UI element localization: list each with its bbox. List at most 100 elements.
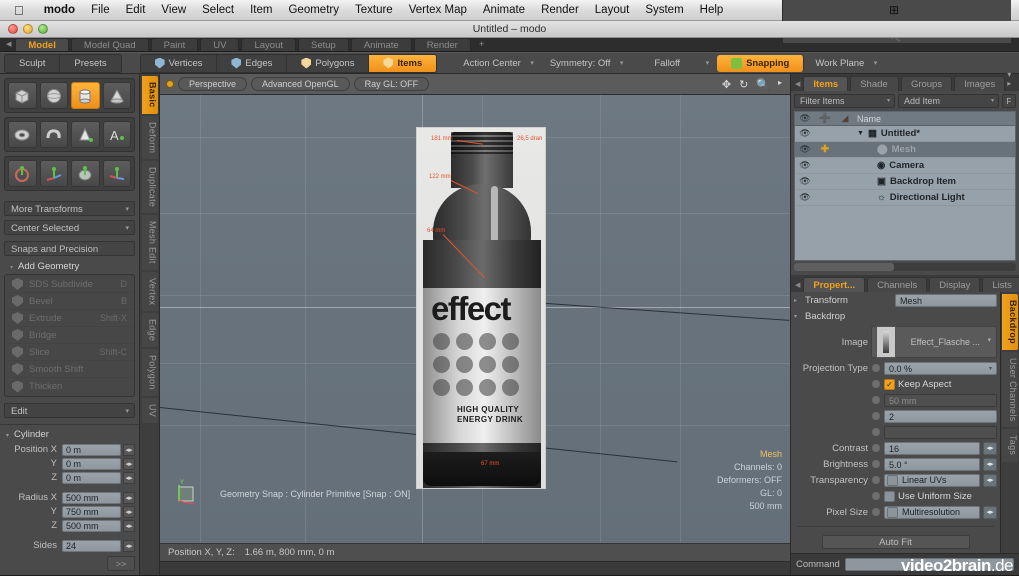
filter-toggle-button[interactable]: F — [1002, 94, 1016, 108]
transform-value-field[interactable]: Mesh — [894, 293, 997, 307]
snaps-and-precision-header[interactable]: Snaps and Precision — [4, 241, 135, 256]
rotate-icon[interactable] — [102, 160, 131, 187]
text-icon[interactable]: A — [102, 121, 131, 148]
eye-icon[interactable]: 👁 — [795, 144, 815, 155]
chevron-right-icon[interactable]: ▸ — [794, 297, 802, 304]
action-center-dropdown[interactable]: Action Center — [455, 55, 539, 72]
size-radio[interactable] — [871, 395, 881, 405]
vtab-edge[interactable]: Edge — [141, 313, 158, 348]
tab-display[interactable]: Display — [929, 277, 981, 292]
keep-aspect-checkbox[interactable]: ✓ — [884, 378, 895, 390]
vtab-vertex[interactable]: Vertex — [141, 271, 158, 312]
work-plane-dropdown[interactable]: Work Plane — [807, 55, 882, 72]
layout-tab-uv[interactable]: UV — [200, 38, 240, 51]
menu-item-layout[interactable]: Layout — [587, 4, 638, 16]
sculpt-button[interactable]: Sculpt — [5, 54, 61, 72]
presets-button[interactable]: Presets — [60, 55, 120, 72]
eye-icon[interactable]: 👁 — [795, 176, 815, 187]
edit-dropdown[interactable]: Edit — [4, 403, 135, 419]
sides-stepper[interactable]: ◂▸ — [123, 539, 135, 552]
radius-y-field[interactable]: 750 mm — [62, 505, 121, 518]
brightness-radio[interactable] — [871, 459, 881, 469]
scale-icon[interactable] — [71, 160, 100, 187]
tab-properties[interactable]: Propert... — [803, 277, 866, 292]
brightness-field[interactable]: 5.0 ° — [884, 457, 980, 471]
menu-item-help[interactable]: Help — [692, 4, 732, 16]
transparency-radio[interactable] — [871, 475, 881, 485]
layout-tab-model[interactable]: Model — [15, 38, 69, 51]
menu-item-texture[interactable]: Texture — [347, 4, 401, 16]
tab-groups[interactable]: Groups — [900, 76, 953, 91]
projection-type-field[interactable]: 0.0 % — [884, 361, 997, 375]
add-geometry-section[interactable]: Add Geometry — [0, 258, 139, 274]
tool-sds-subdivide[interactable]: SDS Subdivide D — [6, 276, 133, 293]
position-y-stepper[interactable]: ◂▸ — [123, 457, 135, 470]
list-item[interactable]: 👁 ▣ Backdrop Item — [795, 174, 1015, 190]
tab-lists[interactable]: Lists — [982, 277, 1019, 292]
3d-viewport[interactable]: effect HIGH QUALITY ENERGY DRINK 181 mm … — [160, 95, 790, 543]
pixel-size-radio[interactable] — [871, 507, 881, 517]
edges-mode-button[interactable]: Edges — [217, 54, 288, 72]
image-selector[interactable]: Effect_Flasche ... — [871, 326, 997, 358]
resolution-radio[interactable] — [871, 411, 881, 421]
use-uniform-size-checkbox[interactable] — [884, 490, 895, 502]
tool-extrude[interactable]: Extrude Shift-X — [6, 310, 133, 327]
rtabs-menu-caret-icon[interactable]: ◀ — [795, 80, 803, 91]
input-source-icon[interactable]: ⊞ — [889, 3, 899, 17]
list-item[interactable]: 👁 ☼ Directional Light — [795, 190, 1015, 206]
cone-icon[interactable] — [102, 82, 131, 109]
menu-item-edit[interactable]: Edit — [118, 4, 154, 16]
item-tree-list[interactable]: 👁 ➕ ◢ Name 👁 ▼ ▦ Untitled* 👁 ✚ ⬤ Mesh 👁 … — [794, 111, 1016, 261]
list-item[interactable]: 👁 ◉ Camera — [795, 158, 1015, 174]
position-y-field[interactable]: 0 m — [62, 457, 121, 470]
tool-slice[interactable]: Slice Shift-C — [6, 344, 133, 361]
menu-item-animate[interactable]: Animate — [475, 4, 533, 16]
layout-tab-animate[interactable]: Animate — [350, 38, 412, 51]
tool-bevel[interactable]: Bevel B — [6, 293, 133, 310]
vtab-duplicate[interactable]: Duplicate — [141, 160, 158, 214]
layout-tab-add[interactable]: + — [473, 38, 491, 51]
position-x-field[interactable]: 0 m — [62, 443, 121, 456]
plus-icon[interactable]: ✚ — [815, 144, 835, 155]
torus-icon[interactable] — [8, 121, 37, 148]
expand-properties-button[interactable]: >> — [107, 556, 135, 571]
vtab-uv[interactable]: UV — [141, 397, 158, 424]
viewport-options-icon[interactable] — [166, 80, 174, 88]
chevron-down-icon[interactable]: ▼ — [857, 130, 864, 137]
tab-shading[interactable]: Shade ... — [850, 76, 899, 105]
tab-channels[interactable]: Channels — [867, 277, 928, 292]
menu-item-select[interactable]: Select — [194, 4, 242, 16]
filter-items-dropdown[interactable]: Filter Items — [794, 94, 895, 108]
keep-aspect-radio[interactable] — [871, 379, 881, 389]
list-item[interactable]: 👁 ✚ ⬤ Mesh — [795, 142, 1015, 158]
menu-item-view[interactable]: View — [153, 4, 194, 16]
pixel-size-slider[interactable]: ◂▸ — [983, 505, 997, 519]
resolution-field[interactable]: 2 — [884, 409, 997, 423]
layout-tab-model-quad[interactable]: Model Quad — [70, 38, 149, 51]
brightness-slider[interactable]: ◂▸ — [983, 457, 997, 471]
uniform-size-radio[interactable] — [871, 491, 881, 501]
eye-icon[interactable]: 👁 — [795, 160, 815, 171]
list-item[interactable]: 👁 ▼ ▦ Untitled* — [795, 126, 1015, 142]
center-selected-dropdown[interactable]: Center Selected — [4, 220, 135, 236]
blank-radio[interactable] — [871, 427, 881, 437]
more-arrow-icon[interactable]: ▸ — [778, 78, 782, 91]
symmetry-dropdown[interactable]: Symmetry: Off — [542, 55, 629, 72]
menu-item-file[interactable]: File — [83, 4, 118, 16]
item-list-horizontal-scrollbar[interactable] — [794, 263, 1016, 271]
radius-z-stepper[interactable]: ◂▸ — [123, 519, 135, 532]
cylinder-panel-title[interactable]: Cylinder — [0, 427, 139, 442]
tabs-overflow-icon[interactable]: ▾ ▸ — [1007, 70, 1019, 91]
capsule-icon[interactable] — [39, 121, 68, 148]
tool-smooth-shift[interactable]: Smooth Shift — [6, 361, 133, 378]
layout-menu-caret-icon[interactable]: ◀ — [4, 40, 15, 51]
falloff-dropdown[interactable]: Falloff — [646, 55, 714, 72]
teardrop-icon[interactable] — [71, 121, 100, 148]
vtab-backdrop[interactable]: Backdrop — [1002, 294, 1018, 350]
sphere-icon[interactable] — [39, 82, 68, 109]
vtab-tags[interactable]: Tags — [1002, 429, 1018, 462]
contrast-radio[interactable] — [871, 443, 881, 453]
chevron-down-icon[interactable]: ▾ — [794, 313, 802, 320]
menu-item-system[interactable]: System — [637, 4, 691, 16]
position-z-stepper[interactable]: ◂▸ — [123, 471, 135, 484]
